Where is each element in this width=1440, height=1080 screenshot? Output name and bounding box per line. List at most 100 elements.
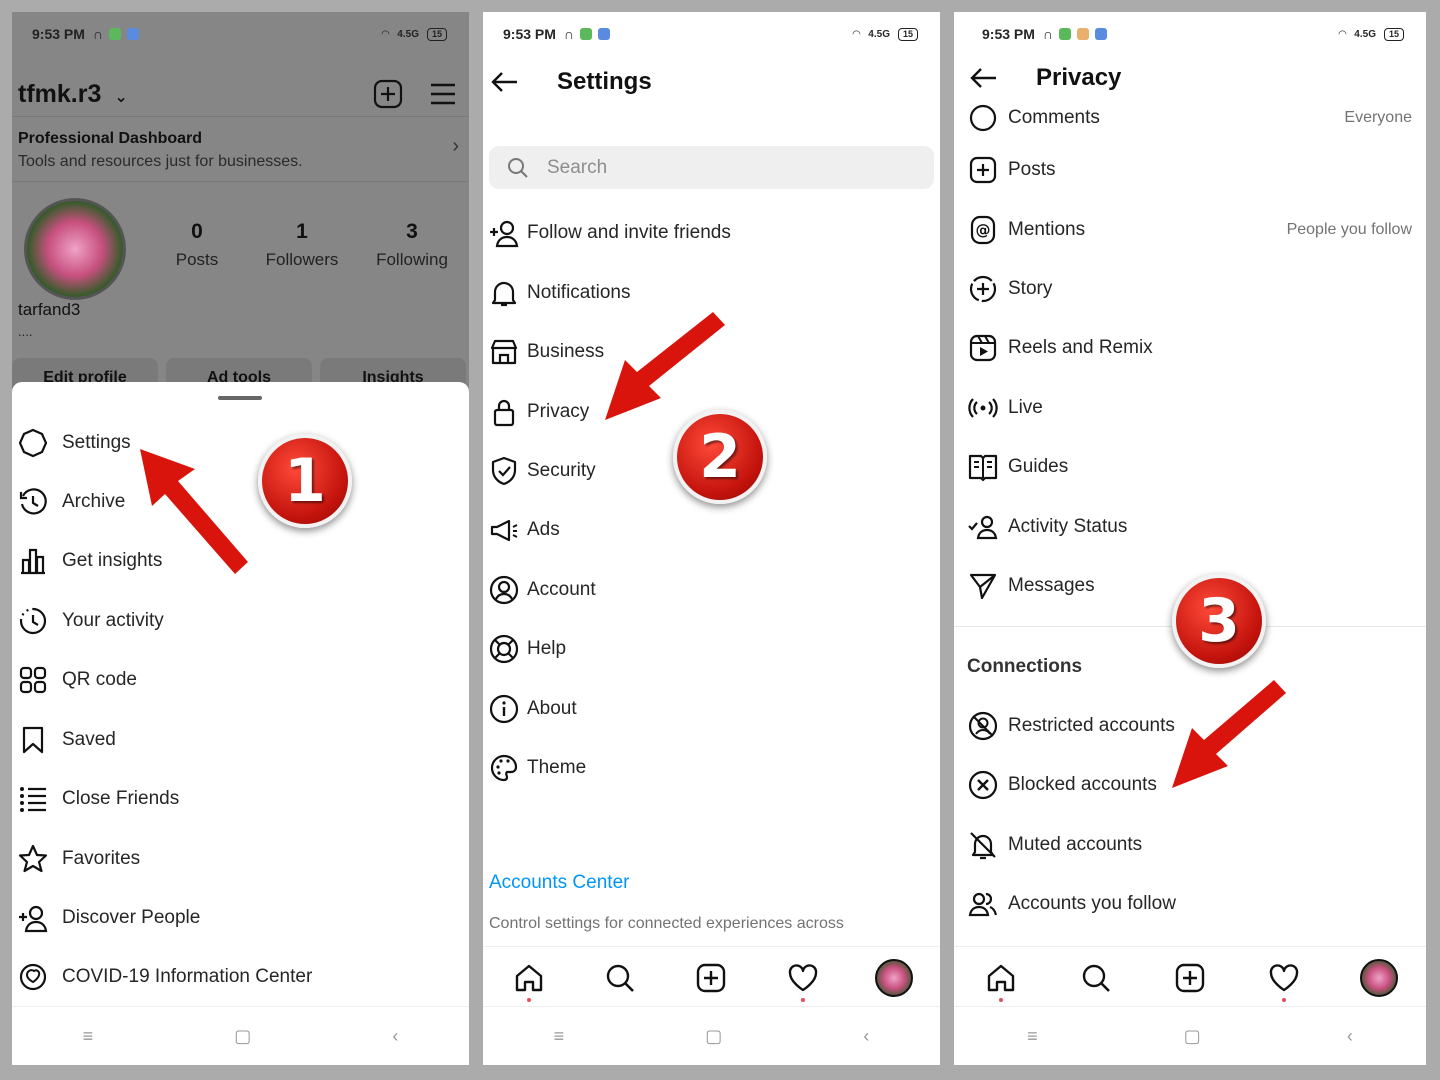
back-icon[interactable]: ‹	[1347, 1026, 1353, 1047]
menu-item-saved[interactable]: Saved	[12, 712, 469, 768]
search-icon	[1082, 964, 1110, 992]
tab-home[interactable]	[505, 962, 553, 1002]
system-navigation-bar: ≡ ▢ ‹	[954, 1006, 1426, 1065]
palette-icon	[487, 753, 521, 783]
tab-activity[interactable]	[779, 962, 827, 1002]
story-add-icon	[966, 274, 1000, 304]
sheet-drag-handle[interactable]	[218, 396, 262, 400]
create-post-icon[interactable]	[373, 79, 403, 109]
privacy-item-muted-accounts[interactable]: Muted accounts	[954, 817, 1426, 873]
menu-item-favorites[interactable]: Favorites	[12, 831, 469, 887]
status-bar: 9:53 PM ∩ ◠ 4.5G 15	[483, 12, 940, 56]
chevron-down-icon: ⌄	[114, 88, 128, 106]
back-arrow-icon[interactable]	[489, 70, 519, 94]
heart-icon	[788, 964, 818, 992]
search-icon	[606, 964, 634, 992]
bookmark-icon	[16, 725, 50, 755]
back-arrow-icon[interactable]	[968, 66, 998, 90]
panel-settings: 9:53 PM ∩ ◠ 4.5G 15 Settings Search Foll…	[483, 12, 940, 1065]
tab-search[interactable]	[596, 962, 644, 994]
comment-icon	[966, 103, 1000, 133]
qr-code-icon	[16, 665, 50, 695]
recent-apps-icon[interactable]: ≡	[554, 1026, 565, 1047]
search-input[interactable]: Search	[489, 146, 934, 189]
notification-dot	[800, 998, 805, 1002]
add-square-icon	[966, 155, 1000, 185]
profile-avatar-icon	[1359, 959, 1398, 997]
stat-following[interactable]: 3 Following	[362, 220, 462, 270]
tab-activity[interactable]	[1260, 962, 1308, 1002]
settings-item-ads[interactable]: Ads	[483, 502, 940, 558]
create-post-icon	[697, 963, 726, 993]
privacy-item-guides[interactable]: Guides	[954, 439, 1426, 495]
stat-posts[interactable]: 0 Posts	[152, 220, 242, 270]
menu-item-discover-people[interactable]: Discover People	[12, 890, 469, 946]
tab-profile[interactable]	[870, 959, 918, 997]
app-notification-icon	[1059, 28, 1072, 40]
paper-plane-icon	[966, 571, 1000, 601]
stat-followers[interactable]: 1 Followers	[247, 220, 357, 270]
system-navigation-bar: ≡ ▢ ‹	[483, 1006, 940, 1065]
back-icon[interactable]: ‹	[392, 1026, 398, 1047]
home-button-icon[interactable]: ▢	[705, 1026, 722, 1047]
blocked-x-icon	[966, 770, 1000, 800]
status-time: 9:53 PM	[32, 26, 85, 42]
privacy-item-accounts-you-follow[interactable]: Accounts you follow	[954, 876, 1426, 932]
notification-dot	[526, 998, 531, 1002]
headphones-icon: ∩	[563, 26, 575, 42]
settings-item-help[interactable]: Help	[483, 621, 940, 677]
reels-icon	[966, 333, 1000, 363]
menu-item-covid-center[interactable]: COVID-19 Information Center	[12, 949, 469, 1005]
menu-item-qr-code[interactable]: QR code	[12, 652, 469, 708]
tab-search[interactable]	[1072, 962, 1120, 994]
privacy-item-live[interactable]: Live	[954, 380, 1426, 436]
privacy-item-posts[interactable]: Posts	[954, 142, 1426, 198]
privacy-header: Privacy	[954, 52, 1426, 104]
chevron-right-icon: ›	[452, 135, 459, 157]
accounts-center-link[interactable]: Accounts Center	[489, 872, 629, 894]
recent-apps-icon[interactable]: ≡	[83, 1026, 94, 1047]
megaphone-icon	[487, 515, 521, 545]
tab-create[interactable]	[1166, 962, 1214, 994]
settings-item-follow-invite[interactable]: Follow and invite friends	[483, 205, 940, 261]
account-circle-icon	[487, 575, 521, 605]
tab-home[interactable]	[977, 962, 1025, 1002]
menu-item-close-friends[interactable]: Close Friends	[12, 771, 469, 827]
section-title-connections: Connections	[967, 656, 1083, 677]
panel-profile: 9:53 PM ∩ ◠ 4.5G 15 tfmk.r3 ⌄ Profession…	[12, 12, 469, 1065]
svg-text:@: @	[976, 221, 991, 239]
wifi-icon: ◠	[1338, 28, 1347, 40]
red-arrow-pointer	[140, 449, 248, 574]
home-icon	[987, 964, 1015, 992]
people-icon	[966, 889, 1000, 919]
create-post-icon	[1175, 963, 1205, 993]
privacy-item-activity-status[interactable]: Activity Status	[954, 499, 1426, 555]
panel-privacy: 9:53 PM ∩ ◠ 4.5G 15 Privacy Comments Eve…	[954, 12, 1426, 1065]
avatar[interactable]	[24, 198, 126, 300]
guides-book-icon	[966, 452, 1000, 482]
battery-icon: 15	[897, 27, 918, 41]
back-icon[interactable]: ‹	[863, 1026, 869, 1047]
tab-profile[interactable]	[1355, 959, 1403, 997]
star-icon	[16, 844, 50, 874]
settings-header: Settings	[483, 52, 940, 112]
privacy-item-reels[interactable]: Reels and Remix	[954, 320, 1426, 376]
app-notification-icon	[1077, 28, 1090, 40]
home-button-icon[interactable]: ▢	[1184, 1026, 1201, 1047]
menu-item-your-activity[interactable]: Your activity	[12, 593, 469, 649]
privacy-item-story[interactable]: Story	[954, 261, 1426, 317]
settings-item-theme[interactable]: Theme	[483, 740, 940, 796]
recent-apps-icon[interactable]: ≡	[1027, 1026, 1038, 1047]
professional-dashboard[interactable]: Professional Dashboard Tools and resourc…	[12, 116, 469, 182]
lock-icon	[487, 397, 521, 427]
tab-create[interactable]	[687, 962, 735, 994]
settings-item-account[interactable]: Account	[483, 562, 940, 618]
step-badge-2: 2	[673, 410, 767, 504]
home-button-icon[interactable]: ▢	[234, 1026, 251, 1047]
username-switcher[interactable]: tfmk.r3 ⌄	[18, 80, 128, 109]
hamburger-menu-icon[interactable]	[429, 82, 457, 106]
privacy-item-mentions[interactable]: @ Mentions People you follow	[954, 202, 1426, 258]
headphones-icon: ∩	[92, 26, 104, 42]
bell-icon	[487, 278, 521, 308]
settings-item-about[interactable]: About	[483, 681, 940, 737]
